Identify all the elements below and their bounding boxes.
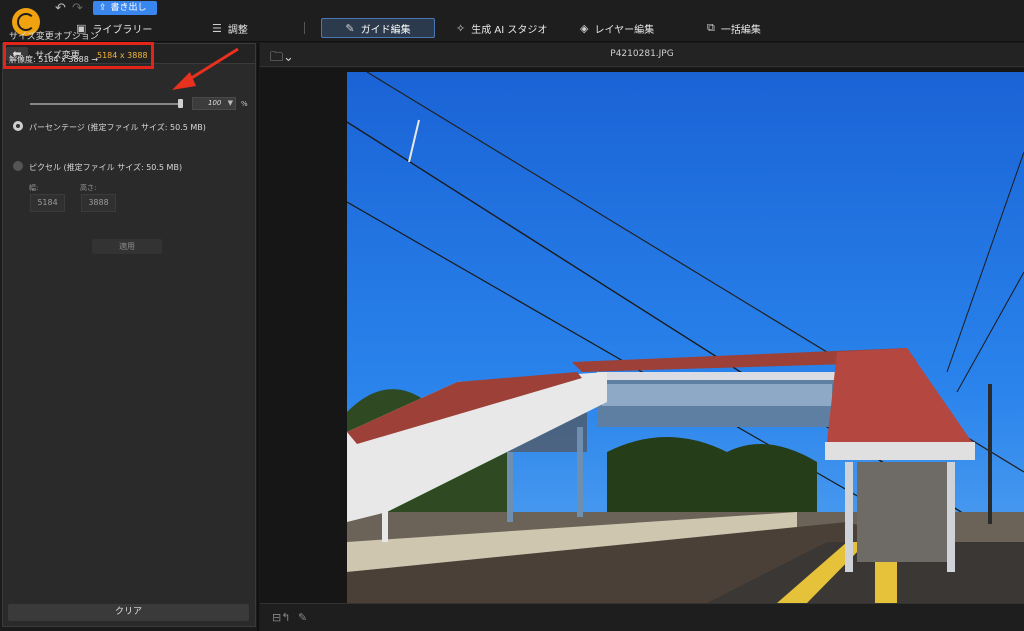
- layers-icon: ◈: [580, 21, 589, 35]
- redo-icon[interactable]: ↷: [72, 1, 83, 16]
- brush-icon[interactable]: ✎: [298, 611, 307, 624]
- resize-options-title: サイズ変更オプション: [9, 32, 99, 42]
- percentage-radio[interactable]: [13, 121, 23, 131]
- resolution-readout: 解像度: 5184 x 3888 →: [9, 55, 99, 64]
- percentage-slider[interactable]: [30, 103, 182, 105]
- tab-adjust[interactable]: ☰ 調整: [212, 18, 248, 38]
- tab-layer-edit[interactable]: ◈ レイヤー編集: [580, 18, 654, 38]
- undo-icon[interactable]: ↶: [55, 1, 66, 16]
- slider-handle[interactable]: [178, 99, 183, 108]
- percentage-input[interactable]: 100 ▼: [192, 97, 236, 110]
- magic-wand-icon: ✎: [345, 21, 355, 35]
- batch-icon: ⧉: [707, 21, 715, 34]
- tab-ai-studio[interactable]: ✧ 生成 AI スタジオ: [456, 18, 547, 38]
- file-name: P4210281.JPG: [610, 49, 674, 59]
- upload-icon: ⇪: [99, 3, 107, 13]
- nav-divider: [304, 22, 305, 34]
- sparkle-icon: ✧: [456, 21, 466, 35]
- panel-divider: [257, 43, 259, 631]
- percentage-label: パーセンテージ (推定ファイル サイズ: 50.5 MB): [29, 123, 206, 132]
- pixel-radio[interactable]: [13, 161, 23, 171]
- pixel-label: ピクセル (推定ファイル サイズ: 50.5 MB): [29, 163, 183, 172]
- dropdown-arrow-icon[interactable]: ▼: [228, 99, 233, 107]
- tab-batch-edit[interactable]: ⧉ 一括編集: [707, 18, 761, 38]
- height-input[interactable]: 3888: [81, 194, 116, 212]
- width-label: 幅:: [29, 184, 39, 192]
- top-bar: ↶ ↷ ⇪ 書き出し ▣ ライブラリー ☰ 調整 ✎ ガイド編集 ✧ 生成 AI …: [0, 0, 1024, 42]
- width-input[interactable]: 5184: [30, 194, 65, 212]
- sliders-icon: ☰: [212, 21, 222, 35]
- height-label: 高さ:: [80, 184, 97, 192]
- apply-button[interactable]: 適用: [92, 239, 162, 254]
- export-button[interactable]: ⇪ 書き出し: [93, 1, 157, 15]
- clear-button[interactable]: クリア: [8, 604, 249, 621]
- viewer-bottom-bar: ⊟↰ ✎: [260, 603, 1024, 631]
- photo-image: [347, 72, 1024, 603]
- viewer-toolbar: 🗀⌄ P4210281.JPG: [260, 43, 1024, 67]
- compare-icon[interactable]: ⊟↰: [272, 611, 290, 624]
- resolution-new-value: 5184 x 3888: [97, 51, 148, 60]
- percent-sign: %: [241, 100, 248, 108]
- tab-guided-edit[interactable]: ✎ ガイド編集: [321, 18, 435, 38]
